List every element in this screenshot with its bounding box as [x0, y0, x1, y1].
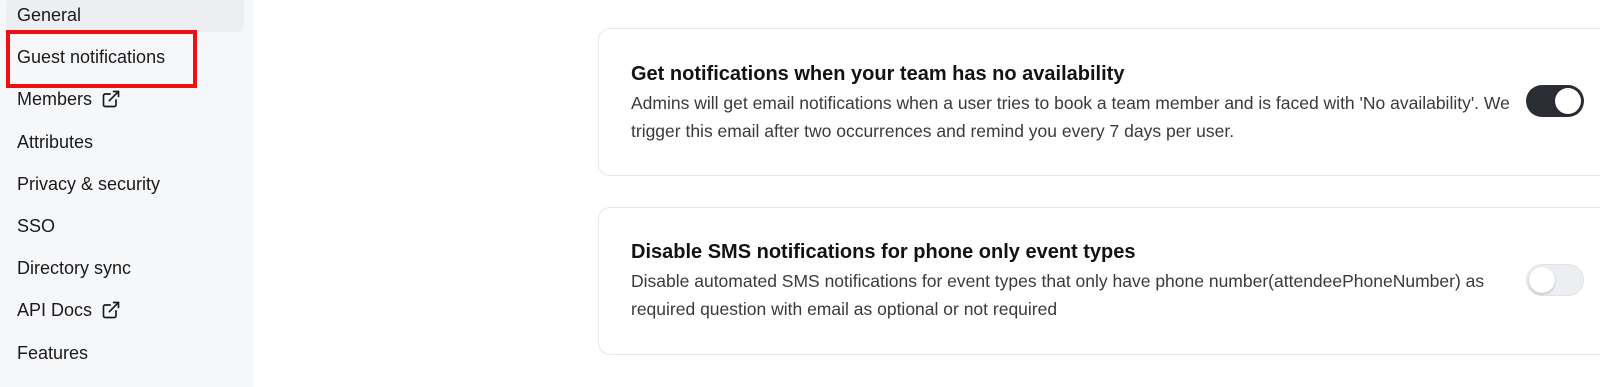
sidebar-item-api-docs[interactable]: API Docs: [6, 293, 244, 327]
no-availability-toggle[interactable]: [1526, 85, 1584, 117]
sidebar-item-directory-sync[interactable]: Directory sync: [6, 251, 244, 285]
sidebar-item-label: SSO: [17, 215, 56, 236]
sidebar-item-features[interactable]: Features: [6, 336, 244, 370]
sidebar-item-label: Members: [17, 88, 93, 109]
sidebar-item-label: Features: [17, 342, 89, 363]
setting-card-no-availability: Get notifications when your team has no …: [598, 28, 1600, 176]
main-content: Get notifications when your team has no …: [253, 0, 1600, 387]
sidebar-item-guest-notifications[interactable]: Guest notifications: [6, 40, 244, 74]
disable-sms-toggle[interactable]: [1526, 264, 1584, 296]
sidebar-item-sso[interactable]: SSO: [6, 209, 244, 243]
setting-description: Admins will get email notifications when…: [631, 93, 1510, 141]
setting-card-disable-sms: Disable SMS notifications for phone only…: [598, 207, 1600, 355]
toggle-knob: [1529, 267, 1555, 293]
external-link-icon: [101, 300, 121, 320]
sidebar-item-label: General: [17, 4, 82, 25]
setting-title: Disable SMS notifications for phone only…: [631, 241, 1136, 263]
toggle-knob: [1555, 88, 1581, 114]
sidebar-item-label: Directory sync: [17, 257, 132, 278]
sidebar-item-members[interactable]: Members: [6, 82, 244, 116]
sidebar-item-label: Attributes: [17, 131, 94, 152]
sidebar-item-privacy-security[interactable]: Privacy & security: [6, 167, 244, 201]
settings-sidebar: General Guest notifications Members Attr…: [0, 0, 253, 387]
setting-description: Disable automated SMS notifications for …: [631, 271, 1485, 319]
sidebar-item-label: Privacy & security: [17, 173, 161, 194]
setting-title: Get notifications when your team has no …: [631, 63, 1125, 85]
sidebar-item-general[interactable]: General: [6, 0, 244, 32]
external-link-icon: [101, 89, 121, 109]
sidebar-item-attributes[interactable]: Attributes: [6, 125, 244, 159]
sidebar-item-label: Guest notifications: [17, 46, 166, 67]
sidebar-item-label: API Docs: [17, 299, 93, 320]
